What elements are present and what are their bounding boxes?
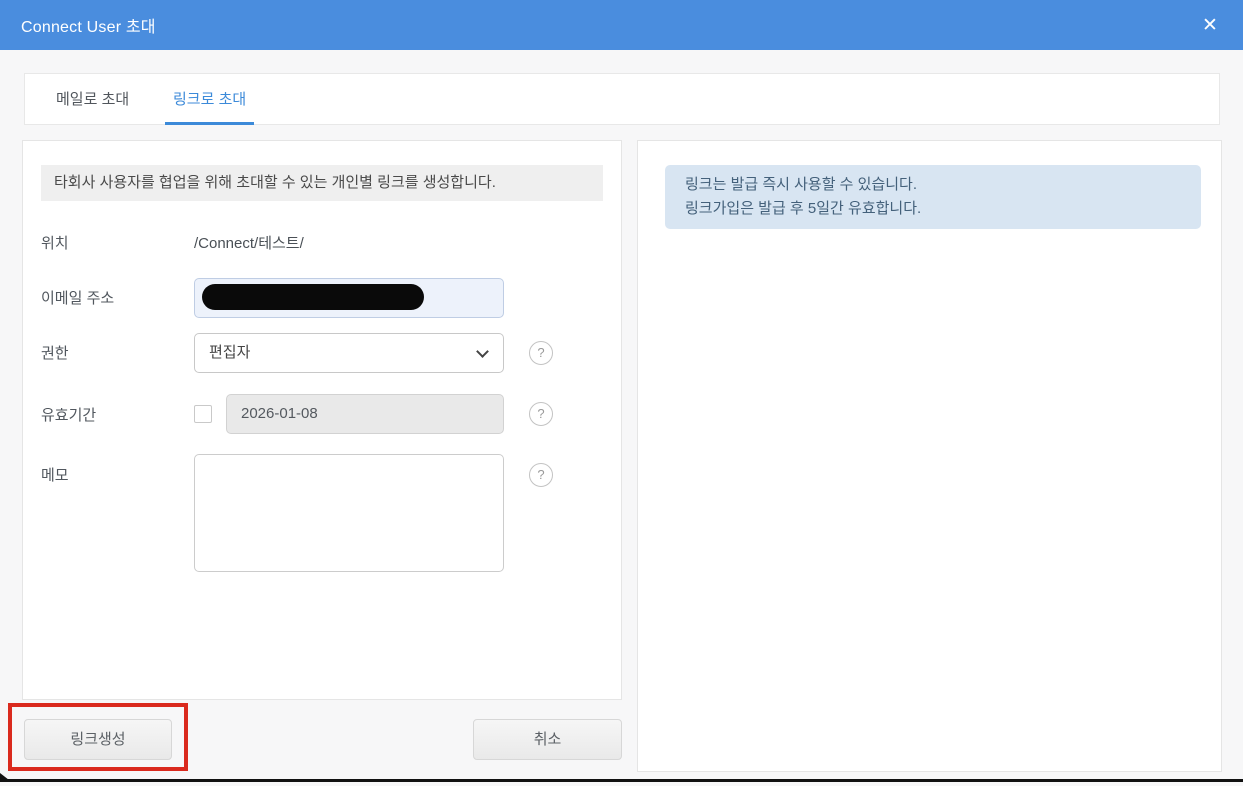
validity-date-field[interactable]: 2026-01-08 (226, 394, 504, 434)
invite-link-form: 타회사 사용자를 협업을 위해 초대할 수 있는 개인별 링크를 생성합니다. … (22, 140, 622, 700)
notice-line-1: 링크는 발급 즉시 사용할 수 있습니다. (685, 173, 1181, 197)
dialog-title: Connect User 초대 (21, 13, 156, 37)
tab-invite-by-link[interactable]: 링크로 초대 (165, 74, 254, 125)
memo-help-icon[interactable]: ? (529, 463, 553, 487)
notice-panel: 링크는 발급 즉시 사용할 수 있습니다. 링크가입은 발급 후 5일간 유효합… (637, 140, 1222, 772)
close-icon[interactable]: ✕ (1195, 0, 1225, 50)
chevron-down-icon (476, 345, 489, 358)
validity-checkbox[interactable] (194, 405, 212, 423)
create-link-button[interactable]: 링크생성 (24, 719, 172, 760)
permission-label: 권한 (41, 343, 69, 365)
dialog-header: Connect User 초대 ✕ (0, 0, 1243, 50)
validity-help-icon[interactable]: ? (529, 402, 553, 426)
memo-label: 메모 (41, 465, 69, 487)
permission-select[interactable]: 편집자 (194, 333, 504, 373)
notice-box: 링크는 발급 즉시 사용할 수 있습니다. 링크가입은 발급 후 5일간 유효합… (665, 165, 1201, 229)
form-description: 타회사 사용자를 협업을 위해 초대할 수 있는 개인별 링크를 생성합니다. (41, 165, 603, 201)
email-label: 이메일 주소 (41, 288, 114, 310)
cancel-button[interactable]: 취소 (473, 719, 622, 760)
window-bottom-edge (0, 779, 1243, 782)
permission-selected-value: 편집자 (209, 344, 250, 361)
permission-help-icon[interactable]: ? (529, 341, 553, 365)
location-value: /Connect/테스트/ (194, 233, 304, 255)
validity-label: 유효기간 (41, 405, 96, 427)
tab-invite-by-mail[interactable]: 메일로 초대 (48, 74, 137, 125)
email-field[interactable] (194, 278, 504, 318)
memo-textarea[interactable] (194, 454, 504, 572)
notice-line-2: 링크가입은 발급 후 5일간 유효합니다. (685, 197, 1181, 221)
location-label: 위치 (41, 233, 69, 255)
redaction-overlay (202, 284, 424, 310)
tab-bar: 메일로 초대 링크로 초대 (24, 73, 1220, 125)
